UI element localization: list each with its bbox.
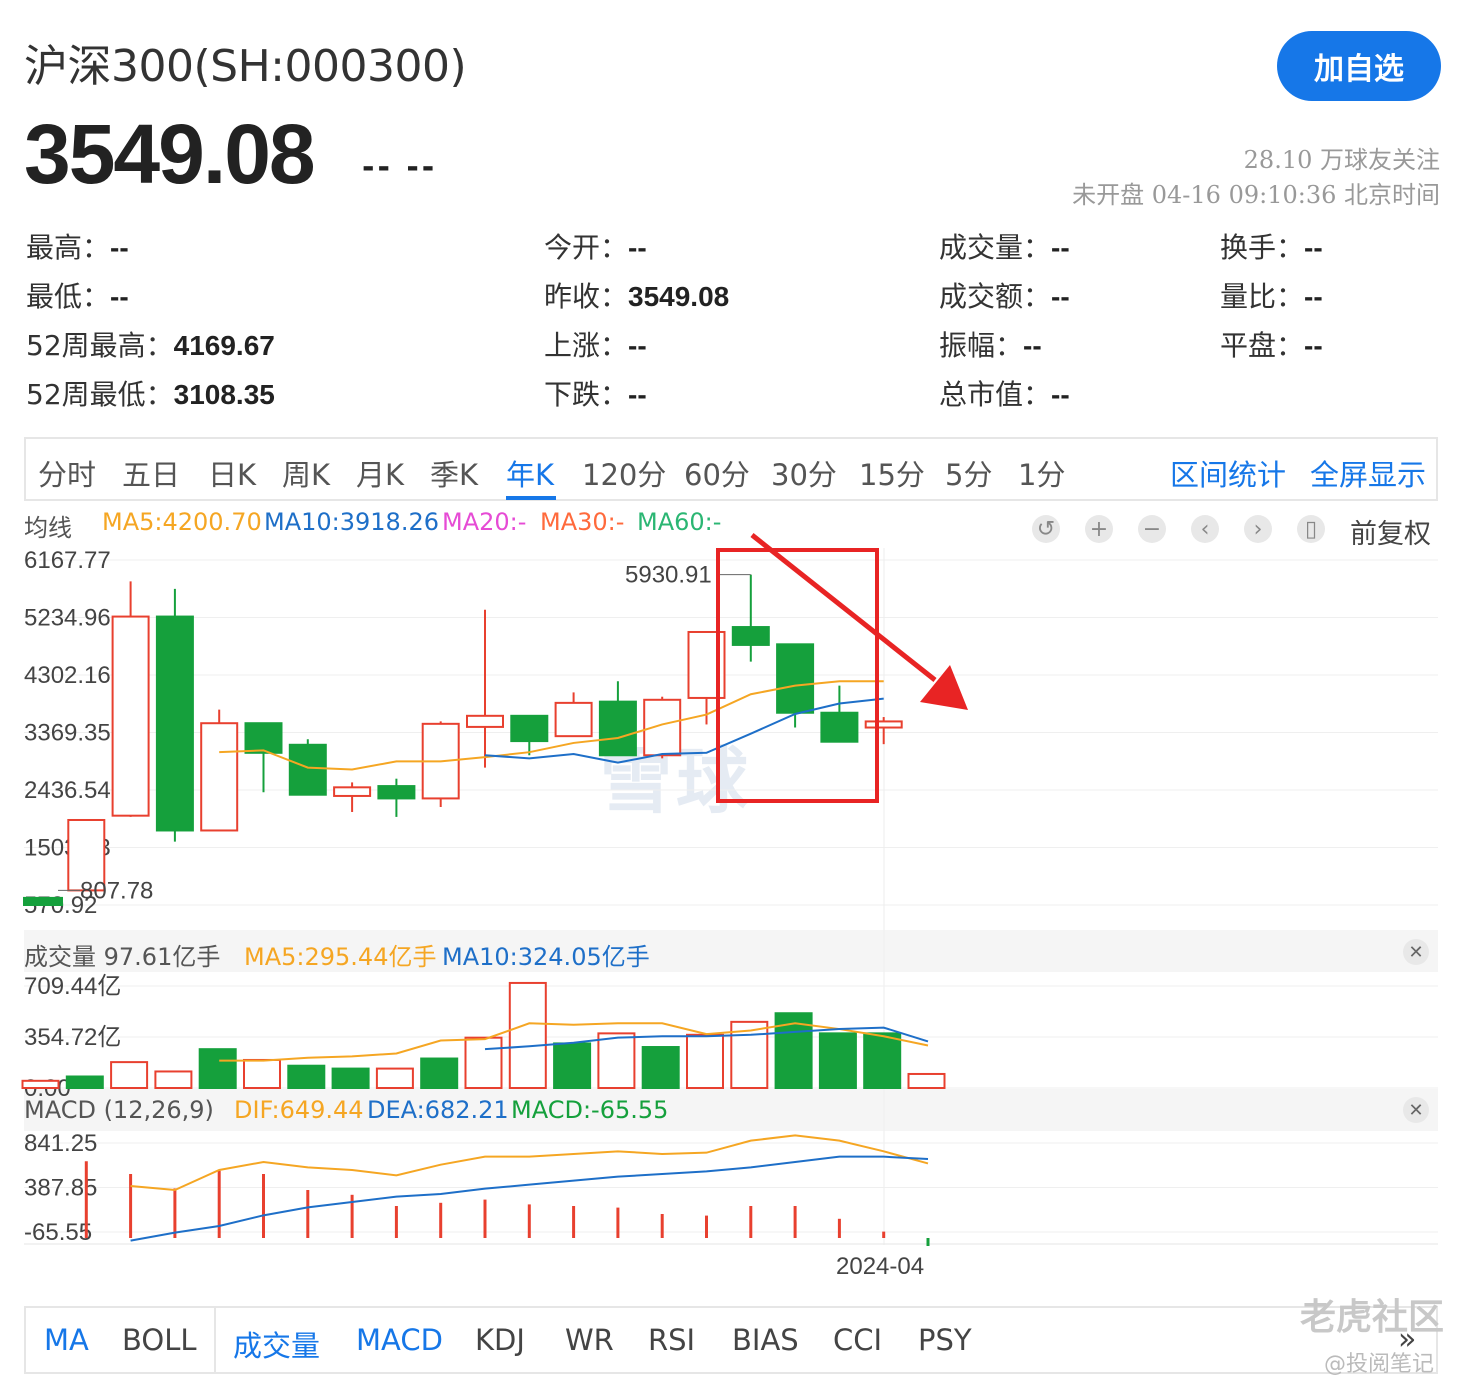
volume-bar (331, 1067, 370, 1090)
volume-bar (65, 1075, 104, 1089)
candle-up (554, 701, 593, 738)
indicator-tab[interactable]: PSY (918, 1323, 972, 1357)
volume-bar (420, 1057, 459, 1089)
candle-down (244, 722, 283, 754)
price-axis-label: 6167.77 (24, 547, 111, 574)
candle-up (333, 786, 372, 797)
candle-up (864, 720, 903, 729)
candle-down (155, 615, 194, 832)
volume-bar (375, 1067, 414, 1090)
volume-bar (641, 1046, 680, 1090)
indicator-tab[interactable]: KDJ (475, 1323, 525, 1357)
candle-down (598, 700, 637, 757)
kline-chart[interactable]: 6167.775234.964302.163369.352436.541503.… (0, 0, 1480, 1300)
price-axis-label: 3369.35 (24, 719, 111, 746)
indicator-tab[interactable]: BOLL (122, 1323, 197, 1357)
candle-down (776, 643, 815, 714)
price-axis-label: 5234.96 (24, 605, 111, 632)
candle-down (820, 711, 859, 743)
volume-bar (863, 1032, 902, 1089)
candle-down (510, 714, 549, 743)
candle-down (377, 785, 416, 800)
volume-bar (110, 1061, 149, 1090)
indicator-tab[interactable]: MACD (356, 1323, 443, 1357)
volume-bar (553, 1042, 592, 1090)
indicator-divider (214, 1308, 216, 1372)
candle-down (23, 896, 63, 906)
indicator-tab[interactable]: 成交量 (233, 1323, 320, 1365)
candle-down (288, 743, 327, 796)
volume-bar (154, 1070, 193, 1089)
candle-up (111, 615, 150, 817)
volume-bar (287, 1064, 326, 1090)
indicator-tab[interactable]: WR (565, 1323, 614, 1357)
tiger-community-watermark: 老虎社区 (1300, 1297, 1445, 1338)
indicator-tab[interactable]: CCI (833, 1323, 882, 1357)
macd-axis-label: -65.55 (24, 1219, 92, 1246)
candle-down (731, 626, 770, 646)
indicator-tab[interactable]: BIAS (732, 1323, 799, 1357)
price-axis-label: 4302.16 (24, 662, 111, 689)
volume-bar (597, 1032, 636, 1089)
indicator-tab[interactable]: RSI (648, 1323, 695, 1357)
volume-axis-label: 709.44亿 (24, 973, 121, 1000)
candle-up (200, 722, 239, 832)
author-watermark: @投阅笔记 (1324, 1352, 1435, 1377)
volume-bar (907, 1072, 946, 1089)
x-axis-date-label: 2024-04 (836, 1253, 924, 1280)
candle-up (466, 714, 504, 728)
dif-line (130, 1134, 929, 1192)
volume-axis-label: 354.72亿 (24, 1024, 121, 1051)
volume-bar (818, 1032, 857, 1089)
low-annotation: 807.78 (80, 877, 153, 904)
macd-axis-label: 841.25 (24, 1130, 97, 1157)
indicator-tab[interactable]: MA (44, 1323, 89, 1357)
volume-bar (198, 1048, 237, 1090)
volume-bar (508, 981, 547, 1089)
volume-bar (243, 1058, 281, 1089)
volume-bar (21, 1079, 60, 1090)
price-axis-label: 2436.54 (24, 777, 111, 804)
high-annotation: 5930.91 (625, 562, 712, 589)
volume-bar (686, 1033, 724, 1089)
volume-bar (464, 1036, 503, 1089)
